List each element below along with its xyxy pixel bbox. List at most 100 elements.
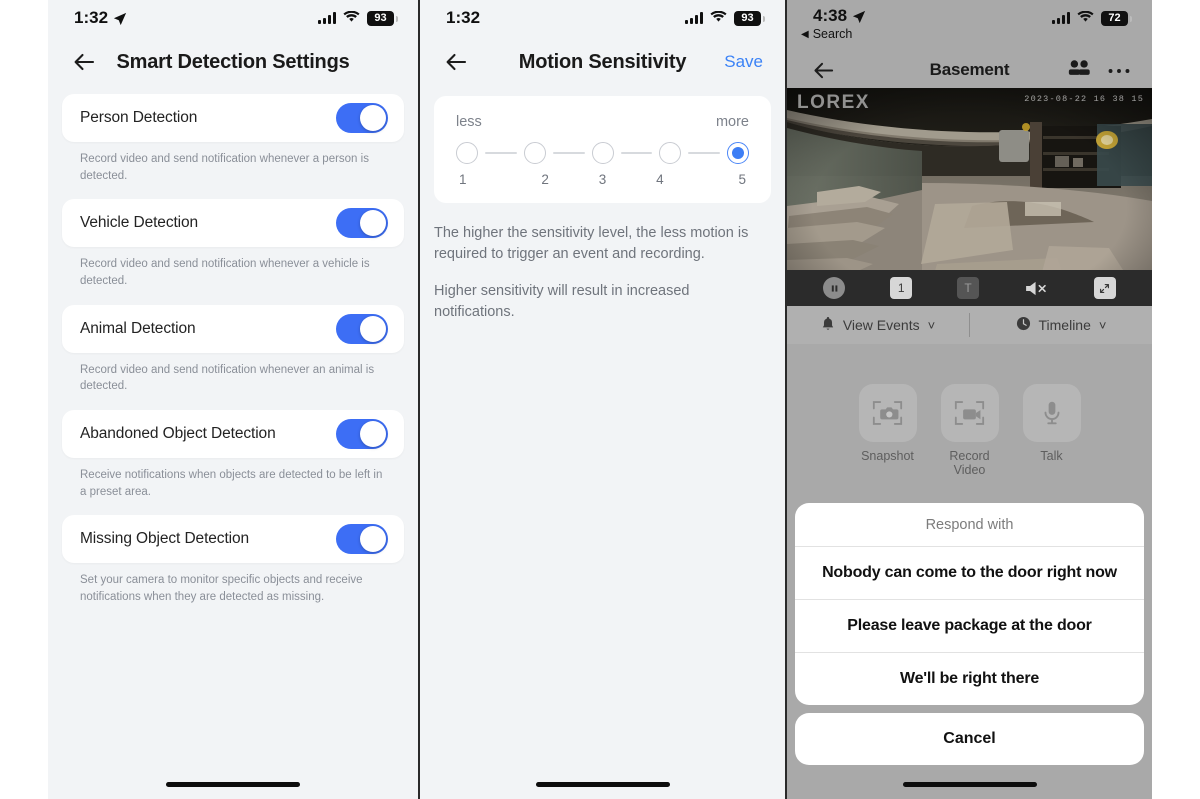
sensitivity-level-3[interactable]: [591, 142, 614, 164]
description-paragraph-1: The higher the sensitivity level, the le…: [434, 225, 749, 263]
action-sheet-title: Respond with: [925, 517, 1014, 533]
cancel-button[interactable]: Cancel: [795, 713, 1144, 765]
clock-icon: [1016, 316, 1031, 334]
toggle-animal-detection[interactable]: [336, 313, 388, 344]
wifi-icon: [710, 8, 727, 28]
people-icon[interactable]: [1067, 59, 1091, 81]
camera-video-feed[interactable]: LOREX 2023-08-22 16 38 15 1 T: [787, 88, 1152, 306]
action-sheet-option-2[interactable]: Please leave package at the door: [795, 599, 1144, 652]
sensitivity-scale-labels: less more: [456, 114, 749, 130]
right-gutter: [1152, 0, 1200, 799]
fullscreen-button[interactable]: [1093, 277, 1116, 299]
sensitivity-level-1[interactable]: [456, 142, 478, 164]
tab-view-events[interactable]: View Events ˅: [787, 316, 969, 335]
sensitivity-radio-row: [456, 142, 749, 164]
talk-button[interactable]: Talk: [1022, 384, 1081, 477]
status-bar-left: 1:32: [74, 8, 127, 28]
chevron-down-icon: ˅: [927, 317, 936, 333]
location-arrow-icon: [852, 9, 866, 24]
phone-panel-motion-sensitivity: 1:32 93 Motion Sensitivity Save less mor…: [420, 0, 785, 799]
back-app-label: Search: [812, 27, 853, 41]
camera-icon: [858, 384, 917, 442]
tab-timeline[interactable]: Timeline ˅: [970, 316, 1152, 334]
sensitivity-level-5[interactable]: [727, 142, 749, 164]
status-time: 4:38: [813, 6, 848, 25]
setting-row-abandoned-object-detection[interactable]: Abandoned Object Detection: [62, 410, 404, 459]
pause-button[interactable]: [823, 277, 846, 299]
back-arrow-icon[interactable]: [70, 48, 98, 76]
video-controls-bar: 1 T: [787, 270, 1152, 306]
nav-bar: Smart Detection Settings: [48, 36, 418, 88]
record-video-button[interactable]: Record Video: [940, 384, 999, 477]
toggle-person-detection[interactable]: [336, 103, 388, 133]
tab-label: View Events: [842, 317, 920, 333]
wifi-icon: [1077, 8, 1094, 28]
action-label: Talk: [1040, 449, 1063, 463]
back-triangle-icon: ◀: [801, 28, 809, 40]
battery-indicator: 72: [1101, 10, 1132, 26]
chevron-down-icon: ˅: [1098, 317, 1107, 333]
camera-brand-watermark: LOREX: [797, 92, 870, 113]
home-indicator: [166, 782, 300, 787]
snapshot-button[interactable]: Snapshot: [858, 384, 917, 477]
cellular-signal-icon: [685, 12, 703, 24]
action-label: Record Video: [949, 449, 990, 477]
toggle-abandoned-object-detection[interactable]: [336, 419, 388, 450]
phone-panel-smart-detection: 1:32 93 Smart Detection Settings Person …: [48, 0, 418, 799]
cellular-signal-icon: [1052, 12, 1070, 24]
sensitivity-description: The higher the sensitivity level, the le…: [420, 203, 785, 323]
mute-button[interactable]: [1024, 280, 1049, 297]
status-time: 1:32: [74, 8, 109, 27]
action-label: Snapshot: [861, 449, 914, 463]
scale-connector: [552, 152, 585, 154]
tab-label: Timeline: [1038, 317, 1091, 333]
back-to-app-link[interactable]: ◀ Search: [801, 27, 866, 41]
screenshot-stage: 1:32 93 Smart Detection Settings Person …: [0, 0, 1200, 799]
setting-row-missing-object-detection[interactable]: Missing Object Detection: [62, 515, 404, 564]
description-paragraph-2: Higher sensitivity will result in increa…: [434, 283, 690, 321]
action-sheet-option-3[interactable]: We'll be right there: [795, 652, 1144, 705]
save-button[interactable]: Save: [724, 52, 763, 72]
setting-label: Animal Detection: [80, 319, 196, 337]
nav-bar: Basement: [787, 52, 1152, 88]
setting-label: Person Detection: [80, 109, 198, 126]
sensitivity-level-2[interactable]: [523, 142, 546, 164]
sensitivity-level-4[interactable]: [659, 142, 682, 164]
toggle-knob: [360, 421, 386, 448]
toggle-knob: [360, 105, 386, 131]
scale-connector: [620, 152, 653, 154]
toggle-vehicle-detection[interactable]: [336, 208, 388, 239]
back-arrow-icon[interactable]: [442, 48, 470, 76]
action-sheet-option-1[interactable]: Nobody can come to the door right now: [795, 546, 1144, 599]
setting-row-animal-detection[interactable]: Animal Detection: [62, 304, 404, 353]
home-indicator: [535, 782, 670, 787]
back-arrow-icon[interactable]: [809, 56, 837, 84]
more-dots-icon[interactable]: [1108, 61, 1130, 79]
bell-icon: [821, 316, 835, 335]
status-time: 1:32: [446, 8, 481, 27]
toggle-missing-object-detection[interactable]: [336, 524, 388, 555]
setting-row-vehicle-detection[interactable]: Vehicle Detection: [62, 199, 404, 248]
microphone-icon: [1022, 384, 1081, 442]
setting-label: Abandoned Object Detection: [80, 425, 276, 443]
cellular-signal-icon: [318, 12, 336, 24]
channel-label: 1: [890, 277, 913, 299]
setting-row-person-detection[interactable]: Person Detection: [62, 94, 404, 142]
channel-button[interactable]: 1: [890, 277, 913, 299]
scale-less-label: less: [456, 114, 482, 130]
text-overlay-label: T: [956, 277, 979, 299]
nav-bar: Motion Sensitivity Save: [420, 36, 785, 88]
phone-panel-camera-live: 4:38 ◀ Search 72 Basement LOREX 2023-08-…: [787, 0, 1152, 799]
home-indicator: [902, 782, 1037, 787]
sensitivity-number-labels: 1 2 3 4 5: [456, 172, 749, 187]
location-arrow-icon: [113, 11, 127, 26]
text-overlay-button[interactable]: T: [956, 277, 979, 299]
toggle-knob: [360, 526, 386, 553]
status-bar-right: 93: [685, 8, 765, 28]
status-bar: 1:32 93: [420, 0, 785, 36]
respond-with-action-sheet: Respond with Nobody can come to the door…: [795, 503, 1144, 765]
level-number: 4: [656, 172, 664, 187]
scale-connector: [485, 152, 517, 154]
toggle-knob: [360, 315, 386, 342]
level-number: 3: [598, 172, 607, 187]
